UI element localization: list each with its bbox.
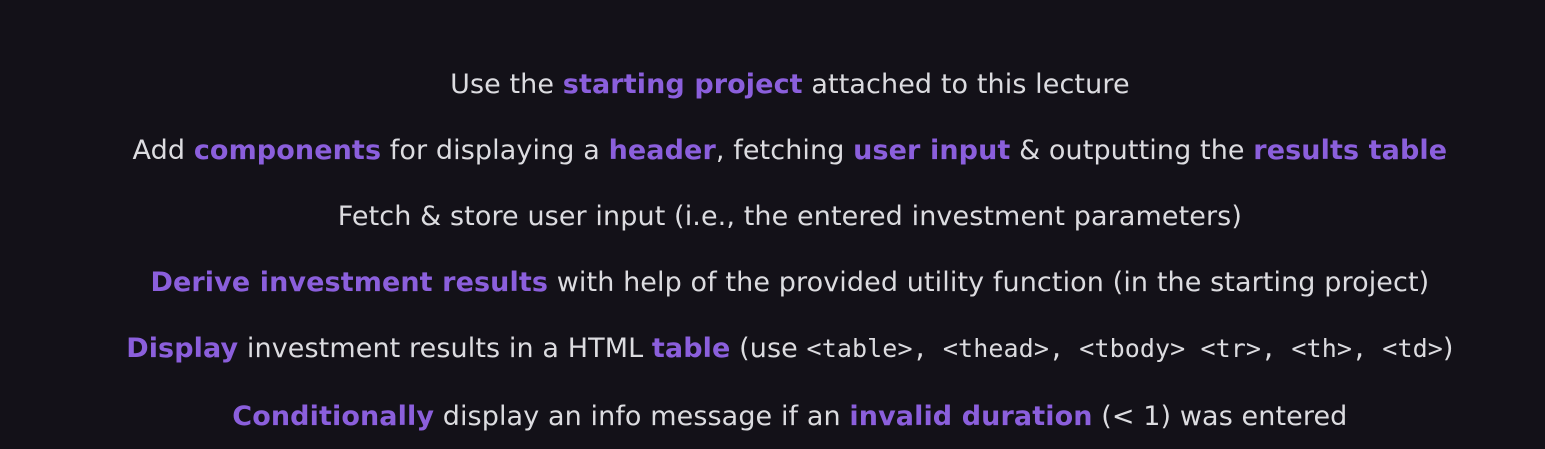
task-line-conditional-message: Conditionally display an info message if… [0, 366, 1545, 449]
line-2-highlight-3: user input [853, 135, 1011, 166]
line-2-text-1: Add [132, 135, 194, 166]
line-2-text-4: & outputting the [1010, 135, 1254, 166]
line-5-text-3: ) [1442, 333, 1454, 364]
line-2-text-2: for displaying a [381, 135, 609, 166]
line-6-highlight-2: invalid duration [849, 401, 1093, 432]
line-1-text-2: attached to this lecture [802, 69, 1130, 100]
line-2-highlight-1: components [193, 135, 382, 166]
line-6-text-1: display an info message if an [434, 401, 850, 432]
line-5-code-tags: <table>, <thead>, <tbody> <tr>, <th>, <t… [806, 334, 1443, 363]
line-1-text-1: Use the [450, 69, 563, 100]
line-5-highlight-2: table [651, 333, 731, 364]
line-5-text-1: investment results in a HTML [238, 333, 652, 364]
line-4-highlight-1: Derive investment results [150, 267, 549, 298]
slide: Use the starting project attached to thi… [0, 0, 1545, 449]
line-1-highlight-1: starting project [562, 69, 803, 100]
line-6-text-2: (< 1) was entered [1092, 401, 1348, 432]
line-2-highlight-2: header [608, 135, 716, 166]
line-5-text-2: (use [730, 333, 807, 364]
line-2-text-3: , fetching [715, 135, 854, 166]
line-4-text-1: with help of the provided utility functi… [548, 267, 1430, 298]
line-3-text-1: Fetch & store user input (i.e., the ente… [337, 201, 1242, 232]
line-5-highlight-1: Display [126, 333, 239, 364]
line-2-highlight-4: results table [1253, 135, 1448, 166]
line-6-highlight-1: Conditionally [232, 401, 435, 432]
